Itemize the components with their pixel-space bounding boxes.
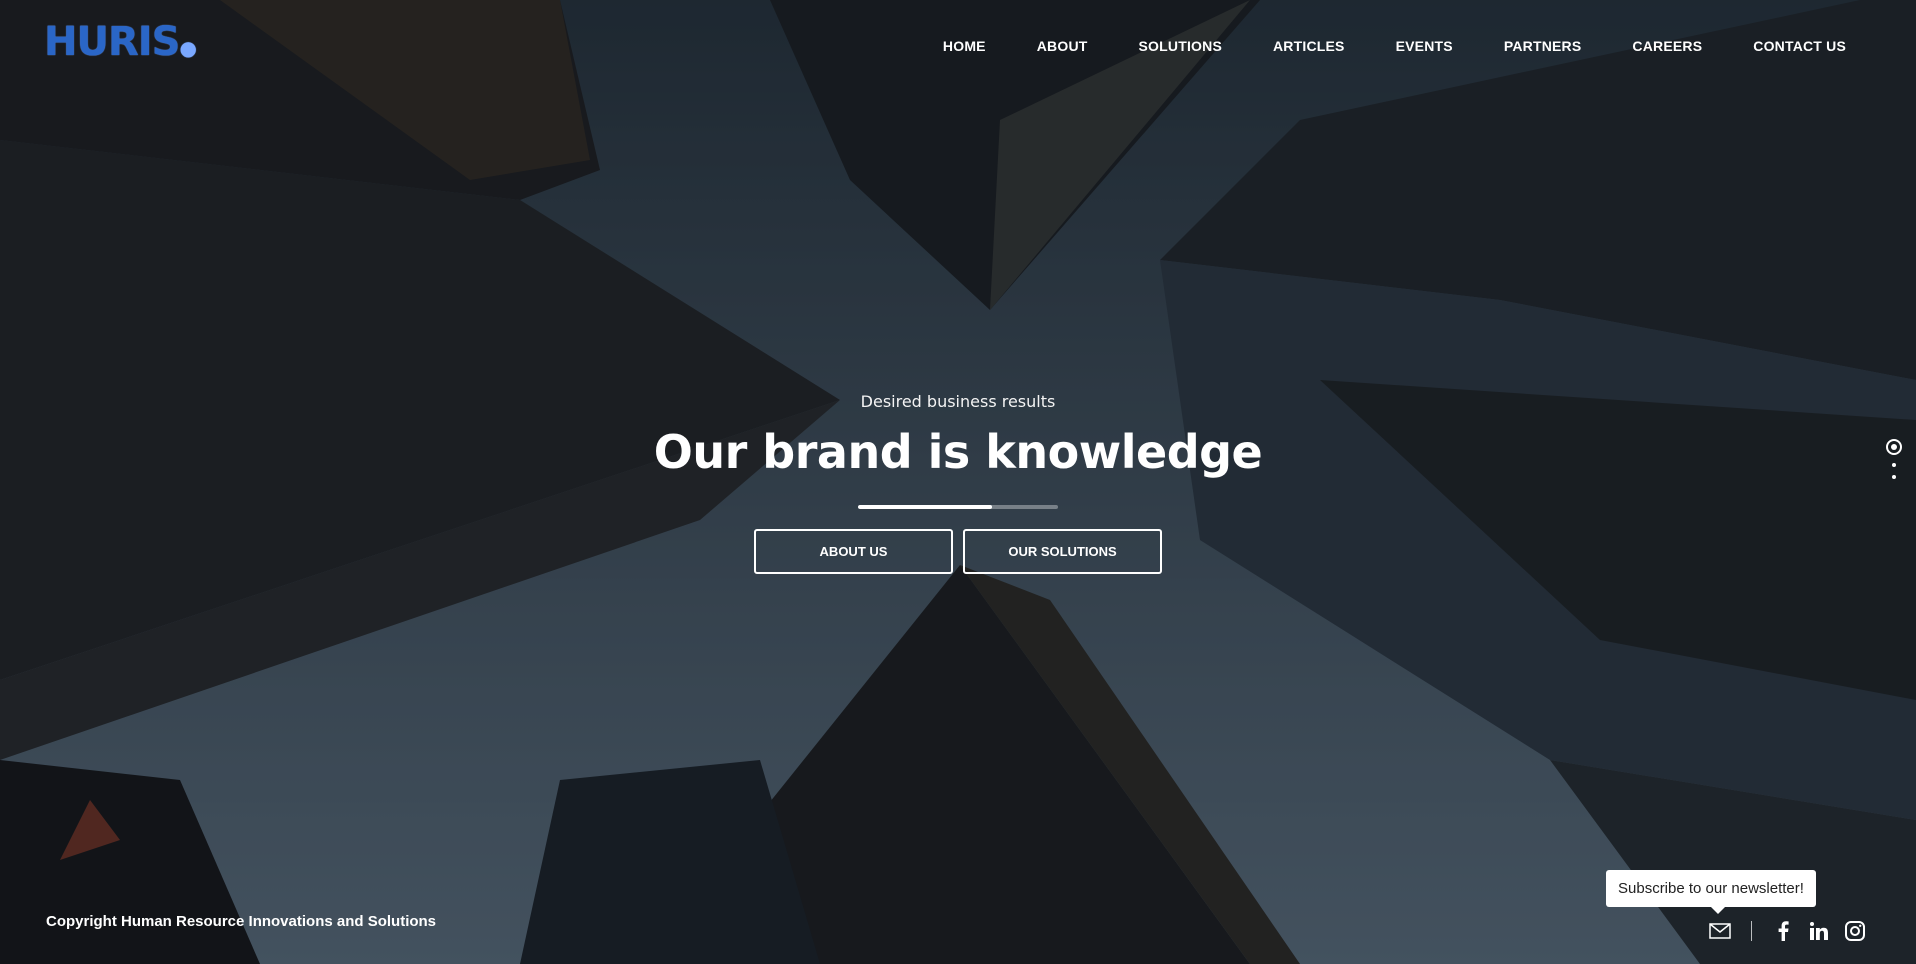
nav-careers[interactable]: CAREERS [1632,38,1702,54]
slider-dots [1886,439,1902,479]
social-divider [1751,921,1752,941]
huris-logo[interactable]: HURIS● [44,19,197,70]
hero-section: Desired business results Our brand is kn… [0,392,1916,574]
our-solutions-button[interactable]: OUR SOLUTIONS [963,529,1162,574]
nav-articles[interactable]: ARTICLES [1273,38,1345,54]
mail-icon[interactable] [1709,920,1731,942]
nav-events[interactable]: EVENTS [1396,38,1453,54]
social-links [1709,920,1866,942]
instagram-icon[interactable] [1844,920,1866,942]
nav-solutions[interactable]: SOLUTIONS [1139,38,1222,54]
slide-dot-3[interactable] [1892,475,1896,479]
slide-progress-fill [858,505,992,509]
newsletter-tooltip: Subscribe to our newsletter! [1606,870,1816,914]
nav-home[interactable]: HOME [943,38,986,54]
linkedin-icon[interactable] [1808,920,1830,942]
about-us-button[interactable]: ABOUT US [754,529,953,574]
slide-progress-bar [858,505,1058,509]
main-nav: HOME ABOUT SOLUTIONS ARTICLES EVENTS PAR… [943,38,1846,54]
facebook-icon[interactable] [1772,920,1794,942]
hero-kicker: Desired business results [860,392,1056,411]
slide-dot-1[interactable] [1886,439,1902,455]
copyright-text: Copyright Human Resource Innovations and… [46,913,437,930]
logo-dot: ● [179,36,196,60]
hero-title: Our brand is knowledge [653,425,1263,479]
logo-text: HURIS [44,19,180,65]
slide-dot-2[interactable] [1892,463,1896,467]
nav-partners[interactable]: PARTNERS [1504,38,1582,54]
nav-contact-us[interactable]: CONTACT US [1753,38,1846,54]
nav-about[interactable]: ABOUT [1037,38,1088,54]
